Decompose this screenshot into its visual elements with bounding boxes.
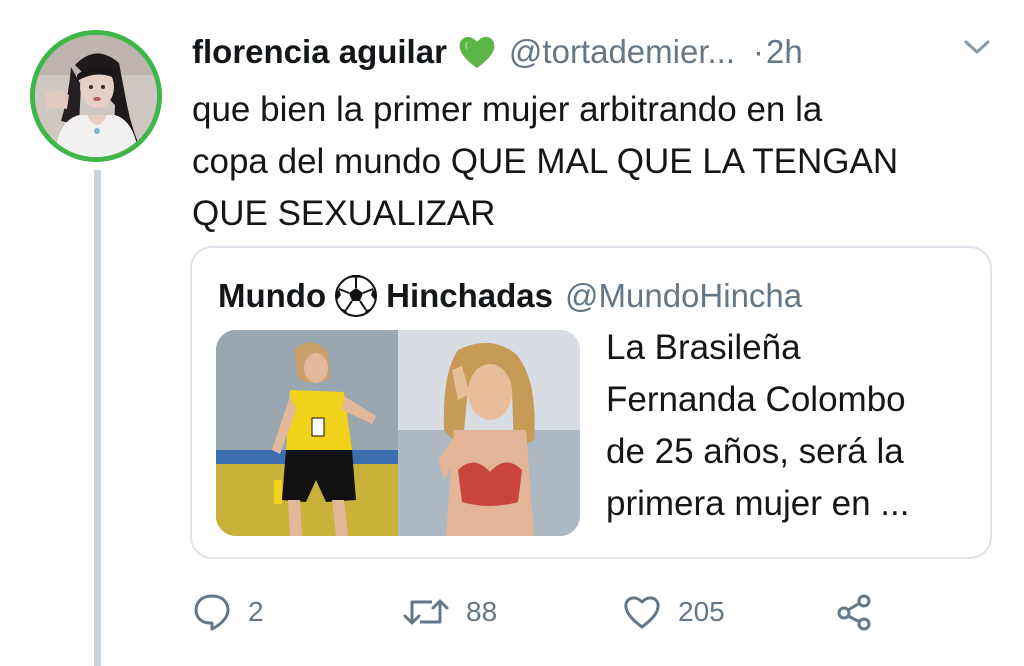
retweet-icon <box>403 599 449 625</box>
tweet-header: florencia aguilar @tortademier... · 2h <box>192 28 803 76</box>
tweet-text-line: copa del mundo QUE MAL QUE LA TENGAN <box>192 142 899 181</box>
share-icon <box>837 594 871 631</box>
quoted-media[interactable] <box>216 330 580 536</box>
green-heart-icon <box>457 34 497 70</box>
soccer-ball-icon <box>334 274 378 318</box>
share-button[interactable] <box>834 588 890 636</box>
quoted-tweet-header: Mundo Hinchadas @MundoHincha <box>218 272 802 320</box>
tweet-text: que bien la primer mujer arbitrando en l… <box>192 84 992 240</box>
retweet-button[interactable]: 88 <box>402 588 497 636</box>
quoted-text-line: La Brasileña <box>606 328 801 367</box>
quoted-tweet-text: La Brasileña Fernanda Colombo de 25 años… <box>606 322 976 530</box>
reply-button[interactable]: 2 <box>192 588 264 636</box>
quoted-author-handle: @MundoHincha <box>565 277 803 314</box>
like-button[interactable]: 205 <box>622 588 725 636</box>
heart-icon <box>624 596 660 629</box>
referee-photo <box>216 330 398 536</box>
tweet-text-line: QUE SEXUALIZAR <box>192 194 496 233</box>
avatar-photo <box>35 35 157 157</box>
author-handle[interactable]: @tortademier... <box>509 33 735 71</box>
reply-count: 2 <box>248 596 264 627</box>
timestamp[interactable]: 2h <box>766 33 803 71</box>
separator-dot: · <box>753 33 765 70</box>
like-count: 205 <box>678 596 725 627</box>
quoted-text-line: Fernanda Colombo <box>606 380 906 419</box>
tweet-actions: 2 88 205 <box>0 588 1024 636</box>
tweet-text-line: que bien la primer mujer arbitrando en l… <box>192 90 823 129</box>
retweet-count: 88 <box>466 596 498 627</box>
quoted-text-line: de 25 años, será la <box>606 432 904 471</box>
quoted-tweet[interactable]: Mundo Hinchadas @MundoHincha La Brasileñ… <box>190 246 992 559</box>
chevron-down-icon[interactable] <box>960 36 994 58</box>
author-name[interactable]: florencia aguilar <box>192 33 447 71</box>
reply-icon <box>194 594 230 631</box>
quoted-text-line: primera mujer en ... <box>606 484 910 523</box>
quoted-author-name-part1: Mundo <box>218 277 327 314</box>
avatar[interactable] <box>30 30 162 162</box>
bikini-photo <box>398 330 580 536</box>
quoted-author-name-part2: Hinchadas <box>386 277 554 314</box>
